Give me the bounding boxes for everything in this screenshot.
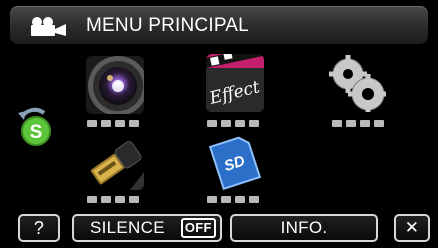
effect-icon[interactable]: Effect bbox=[206, 54, 264, 112]
main-menu-screen: MENU PRINCIPAL S Effect SD ? SILENCE OFF… bbox=[0, 0, 438, 248]
close-icon: ✕ bbox=[404, 218, 420, 237]
sync-label: S bbox=[30, 122, 43, 143]
info-label: INFO. bbox=[280, 218, 328, 237]
lens-icon[interactable] bbox=[86, 56, 144, 114]
hdmi-cable-icon[interactable] bbox=[86, 132, 144, 190]
tile-indicator bbox=[207, 120, 259, 127]
info-button[interactable]: INFO. bbox=[230, 214, 378, 242]
title-bar: MENU PRINCIPAL bbox=[10, 6, 428, 44]
bottom-toolbar: ? SILENCE OFF INFO. ✕ bbox=[0, 208, 438, 248]
silence-state-badge: OFF bbox=[180, 218, 216, 238]
tile-indicator bbox=[332, 120, 384, 127]
sd-card-icon[interactable]: SD bbox=[206, 132, 264, 190]
tile-indicator bbox=[87, 196, 139, 203]
tile-indicator bbox=[207, 196, 259, 203]
movie-camera-icon bbox=[31, 17, 66, 36]
help-label: ? bbox=[33, 217, 45, 238]
silence-button[interactable]: SILENCE OFF bbox=[72, 214, 222, 242]
page-title: MENU PRINCIPAL bbox=[86, 15, 249, 36]
silence-label: SILENCE bbox=[90, 218, 165, 237]
close-button[interactable]: ✕ bbox=[394, 214, 430, 242]
gears-icon[interactable] bbox=[328, 54, 386, 112]
help-button[interactable]: ? bbox=[18, 214, 60, 242]
tile-indicator bbox=[87, 120, 139, 127]
sync-s-icon[interactable]: S bbox=[14, 107, 56, 149]
